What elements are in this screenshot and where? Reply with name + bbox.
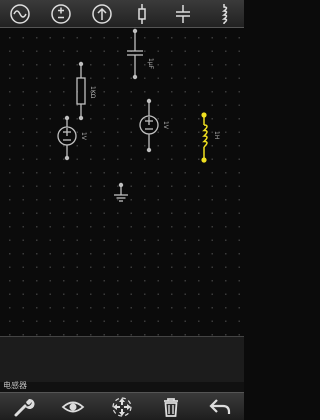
source-right-label: 1V xyxy=(162,121,169,130)
inductor-label: 1H xyxy=(213,131,220,139)
ac-source-icon xyxy=(10,3,31,24)
ac-source-button[interactable] xyxy=(5,1,35,27)
terminal-dots xyxy=(64,28,152,188)
rotate-button[interactable] xyxy=(105,394,139,420)
resistor-button[interactable] xyxy=(127,1,157,27)
resistor-icon xyxy=(138,3,147,24)
action-toolbar xyxy=(0,392,244,420)
arrow-up-icon xyxy=(91,3,112,24)
delete-button[interactable] xyxy=(154,394,188,420)
ground-component[interactable] xyxy=(114,185,128,202)
voltage-source-right[interactable] xyxy=(139,101,159,150)
capacitor-label: 1μF xyxy=(147,58,154,70)
component-toolbar xyxy=(0,0,244,28)
source-left-label: 1V xyxy=(80,132,87,141)
current-source-button[interactable] xyxy=(87,1,117,27)
voltage-source-left[interactable] xyxy=(57,118,77,158)
view-button[interactable] xyxy=(56,394,90,420)
circuit-drawing: 1μF 1KΩ 1V 1V 1H xyxy=(57,28,220,202)
selected-component-name: 电感器 xyxy=(3,381,27,390)
properties-panel xyxy=(0,336,244,382)
dc-source-icon xyxy=(51,3,71,24)
circuit-canvas[interactable]: 1μF 1KΩ 1V 1V 1H xyxy=(0,28,244,336)
capacitor-component[interactable] xyxy=(127,31,143,77)
capacitor-icon xyxy=(175,4,190,23)
inductor-icon xyxy=(221,3,227,24)
inductor-component[interactable] xyxy=(202,115,208,160)
eye-icon xyxy=(61,401,85,412)
status-bar: 电感器 xyxy=(0,381,244,392)
undo-button[interactable] xyxy=(203,394,237,420)
wrench-icon xyxy=(14,398,35,416)
resistor-label: 1KΩ xyxy=(89,86,96,99)
rotate-icon xyxy=(112,396,132,417)
dc-source-button[interactable] xyxy=(46,1,76,27)
settings-button[interactable] xyxy=(7,394,41,420)
inductor-button[interactable] xyxy=(209,1,239,27)
resistor-component[interactable] xyxy=(76,64,86,118)
capacitor-button[interactable] xyxy=(168,1,198,27)
undo-icon xyxy=(209,398,230,414)
trash-icon xyxy=(163,397,178,417)
